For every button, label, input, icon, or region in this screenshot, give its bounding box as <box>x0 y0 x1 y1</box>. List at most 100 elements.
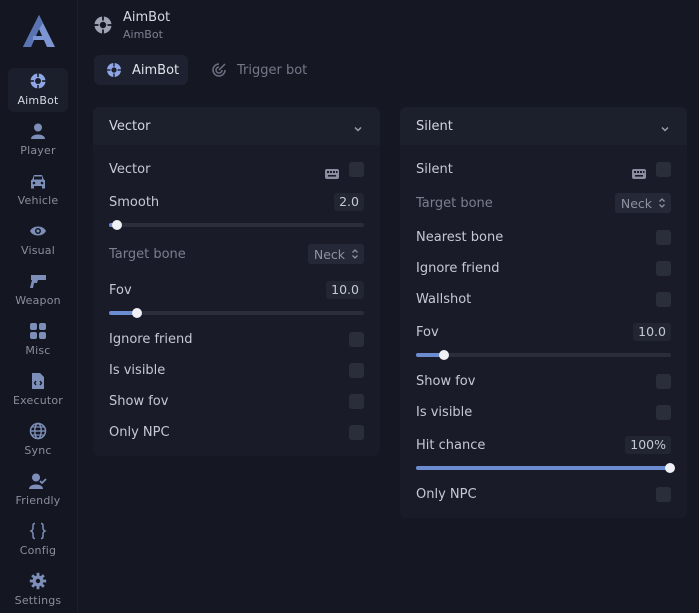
sidebar: AimBot Player Vehicle Visual Weapon Misc <box>0 0 78 613</box>
chevron-down-icon <box>659 120 671 132</box>
vector-ignore-friend-row: Ignore friend <box>109 328 364 350</box>
nearest-bone-checkbox[interactable] <box>656 229 671 245</box>
crosshair-icon <box>29 72 47 90</box>
sidebar-item-label: Weapon <box>15 294 61 307</box>
vector-only-npc-row: Only NPC <box>109 421 364 443</box>
braces-icon <box>29 522 47 540</box>
slider-knob[interactable] <box>665 463 675 473</box>
target-bone-value: Neck <box>313 246 345 262</box>
wallshot-checkbox[interactable] <box>656 291 671 307</box>
smooth-row: Smooth 2.0 <box>109 191 364 213</box>
fov-value[interactable]: 10.0 <box>633 323 671 341</box>
sidebar-item-vehicle[interactable]: Vehicle <box>8 168 68 212</box>
show-fov-label: Show fov <box>109 393 169 409</box>
target-bone-value: Neck <box>620 195 652 211</box>
silent-is-visible-row: Is visible <box>416 401 671 423</box>
is-visible-checkbox[interactable] <box>349 362 364 378</box>
target-bone-label: Target bone <box>109 246 186 262</box>
sidebar-item-player[interactable]: Player <box>8 118 68 162</box>
sidebar-item-label: Config <box>19 544 57 557</box>
crosshair-icon <box>93 15 113 35</box>
smooth-value[interactable]: 2.0 <box>334 193 364 211</box>
sidebar-item-settings[interactable]: Settings <box>8 568 68 612</box>
globe-icon <box>29 422 47 440</box>
vector-enable-checkbox[interactable] <box>349 161 364 177</box>
radar-icon <box>211 62 227 78</box>
slider-knob[interactable] <box>132 308 142 318</box>
chevron-down-icon <box>352 120 364 132</box>
silent-enable-checkbox[interactable] <box>656 161 671 177</box>
silent-enable-label: Silent <box>416 161 453 177</box>
sidebar-item-label: Friendly <box>15 494 61 507</box>
sidebar-item-label: Sync <box>24 444 52 457</box>
chevron-updown-icon <box>658 197 666 209</box>
sidebar-item-label: Visual <box>20 244 56 257</box>
silent-show-fov-row: Show fov <box>416 370 671 392</box>
panel-title: Silent <box>416 118 453 134</box>
hit-chance-row: Hit chance 100% <box>416 434 671 456</box>
smooth-slider[interactable] <box>109 220 364 230</box>
gear-icon <box>29 572 47 590</box>
vector-show-fov-row: Show fov <box>109 390 364 412</box>
vector-enable-label: Vector <box>109 161 151 177</box>
fov-value[interactable]: 10.0 <box>326 281 364 299</box>
hit-chance-label: Hit chance <box>416 437 486 453</box>
ignore-friend-checkbox[interactable] <box>656 260 671 276</box>
app-logo <box>19 14 59 48</box>
vector-panel: Vector Vector Smooth 2.0 Target bone Nec… <box>93 107 380 456</box>
sidebar-item-label: Vehicle <box>17 194 59 207</box>
is-visible-label: Is visible <box>109 362 166 378</box>
nearest-bone-row: Nearest bone <box>416 226 671 248</box>
ignore-friend-checkbox[interactable] <box>349 331 364 347</box>
sidebar-item-label: Misc <box>25 344 51 357</box>
hit-chance-slider[interactable] <box>416 463 675 473</box>
tab-trigger-bot[interactable]: Trigger bot <box>199 55 323 85</box>
gun-icon <box>29 272 47 290</box>
vector-target-bone-row: Target bone Neck <box>109 243 364 265</box>
only-npc-label: Only NPC <box>109 424 170 440</box>
file-code-icon <box>29 372 47 390</box>
smooth-label: Smooth <box>109 194 160 210</box>
sidebar-item-aimbot[interactable]: AimBot <box>8 68 68 112</box>
sidebar-item-label: Executor <box>12 394 64 407</box>
target-bone-select[interactable]: Neck <box>614 193 671 213</box>
is-visible-checkbox[interactable] <box>656 404 671 420</box>
hit-chance-value[interactable]: 100% <box>625 436 671 454</box>
only-npc-checkbox[interactable] <box>656 486 671 502</box>
target-bone-select[interactable]: Neck <box>307 244 364 264</box>
keyboard-icon[interactable] <box>632 164 646 179</box>
tab-label: AimBot <box>132 62 180 78</box>
nearest-bone-label: Nearest bone <box>416 229 504 245</box>
silent-panel-header[interactable]: Silent <box>400 107 687 145</box>
silent-fov-slider[interactable] <box>416 350 671 360</box>
vector-is-visible-row: Is visible <box>109 359 364 381</box>
silent-panel: Silent Silent Target bone Neck Nearest b… <box>400 107 687 518</box>
vector-fov-slider[interactable] <box>109 308 364 318</box>
slider-knob[interactable] <box>439 350 449 360</box>
wallshot-row: Wallshot <box>416 288 671 310</box>
sidebar-item-weapon[interactable]: Weapon <box>8 268 68 312</box>
wallshot-label: Wallshot <box>416 291 472 307</box>
vector-panel-header[interactable]: Vector <box>93 107 380 145</box>
keyboard-icon[interactable] <box>325 164 339 179</box>
slider-track <box>416 353 671 357</box>
show-fov-checkbox[interactable] <box>349 393 364 409</box>
sidebar-item-visual[interactable]: Visual <box>8 218 68 262</box>
sidebar-item-label: AimBot <box>17 94 59 107</box>
sidebar-item-executor[interactable]: Executor <box>8 368 68 412</box>
sidebar-item-friendly[interactable]: Friendly <box>8 468 68 512</box>
tab-label: Trigger bot <box>237 62 308 78</box>
fov-label: Fov <box>109 282 132 298</box>
sidebar-item-label: Settings <box>14 594 62 607</box>
sidebar-item-label: Player <box>20 144 56 157</box>
only-npc-checkbox[interactable] <box>349 424 364 440</box>
silent-ignore-friend-row: Ignore friend <box>416 257 671 279</box>
slider-knob[interactable] <box>112 220 122 230</box>
only-npc-label: Only NPC <box>416 486 477 502</box>
sidebar-item-config[interactable]: Config <box>8 518 68 562</box>
sidebar-item-misc[interactable]: Misc <box>8 318 68 362</box>
sidebar-item-sync[interactable]: Sync <box>8 418 68 462</box>
show-fov-checkbox[interactable] <box>656 373 671 389</box>
tab-aimbot[interactable]: AimBot <box>94 55 188 85</box>
chevron-updown-icon <box>351 248 359 260</box>
